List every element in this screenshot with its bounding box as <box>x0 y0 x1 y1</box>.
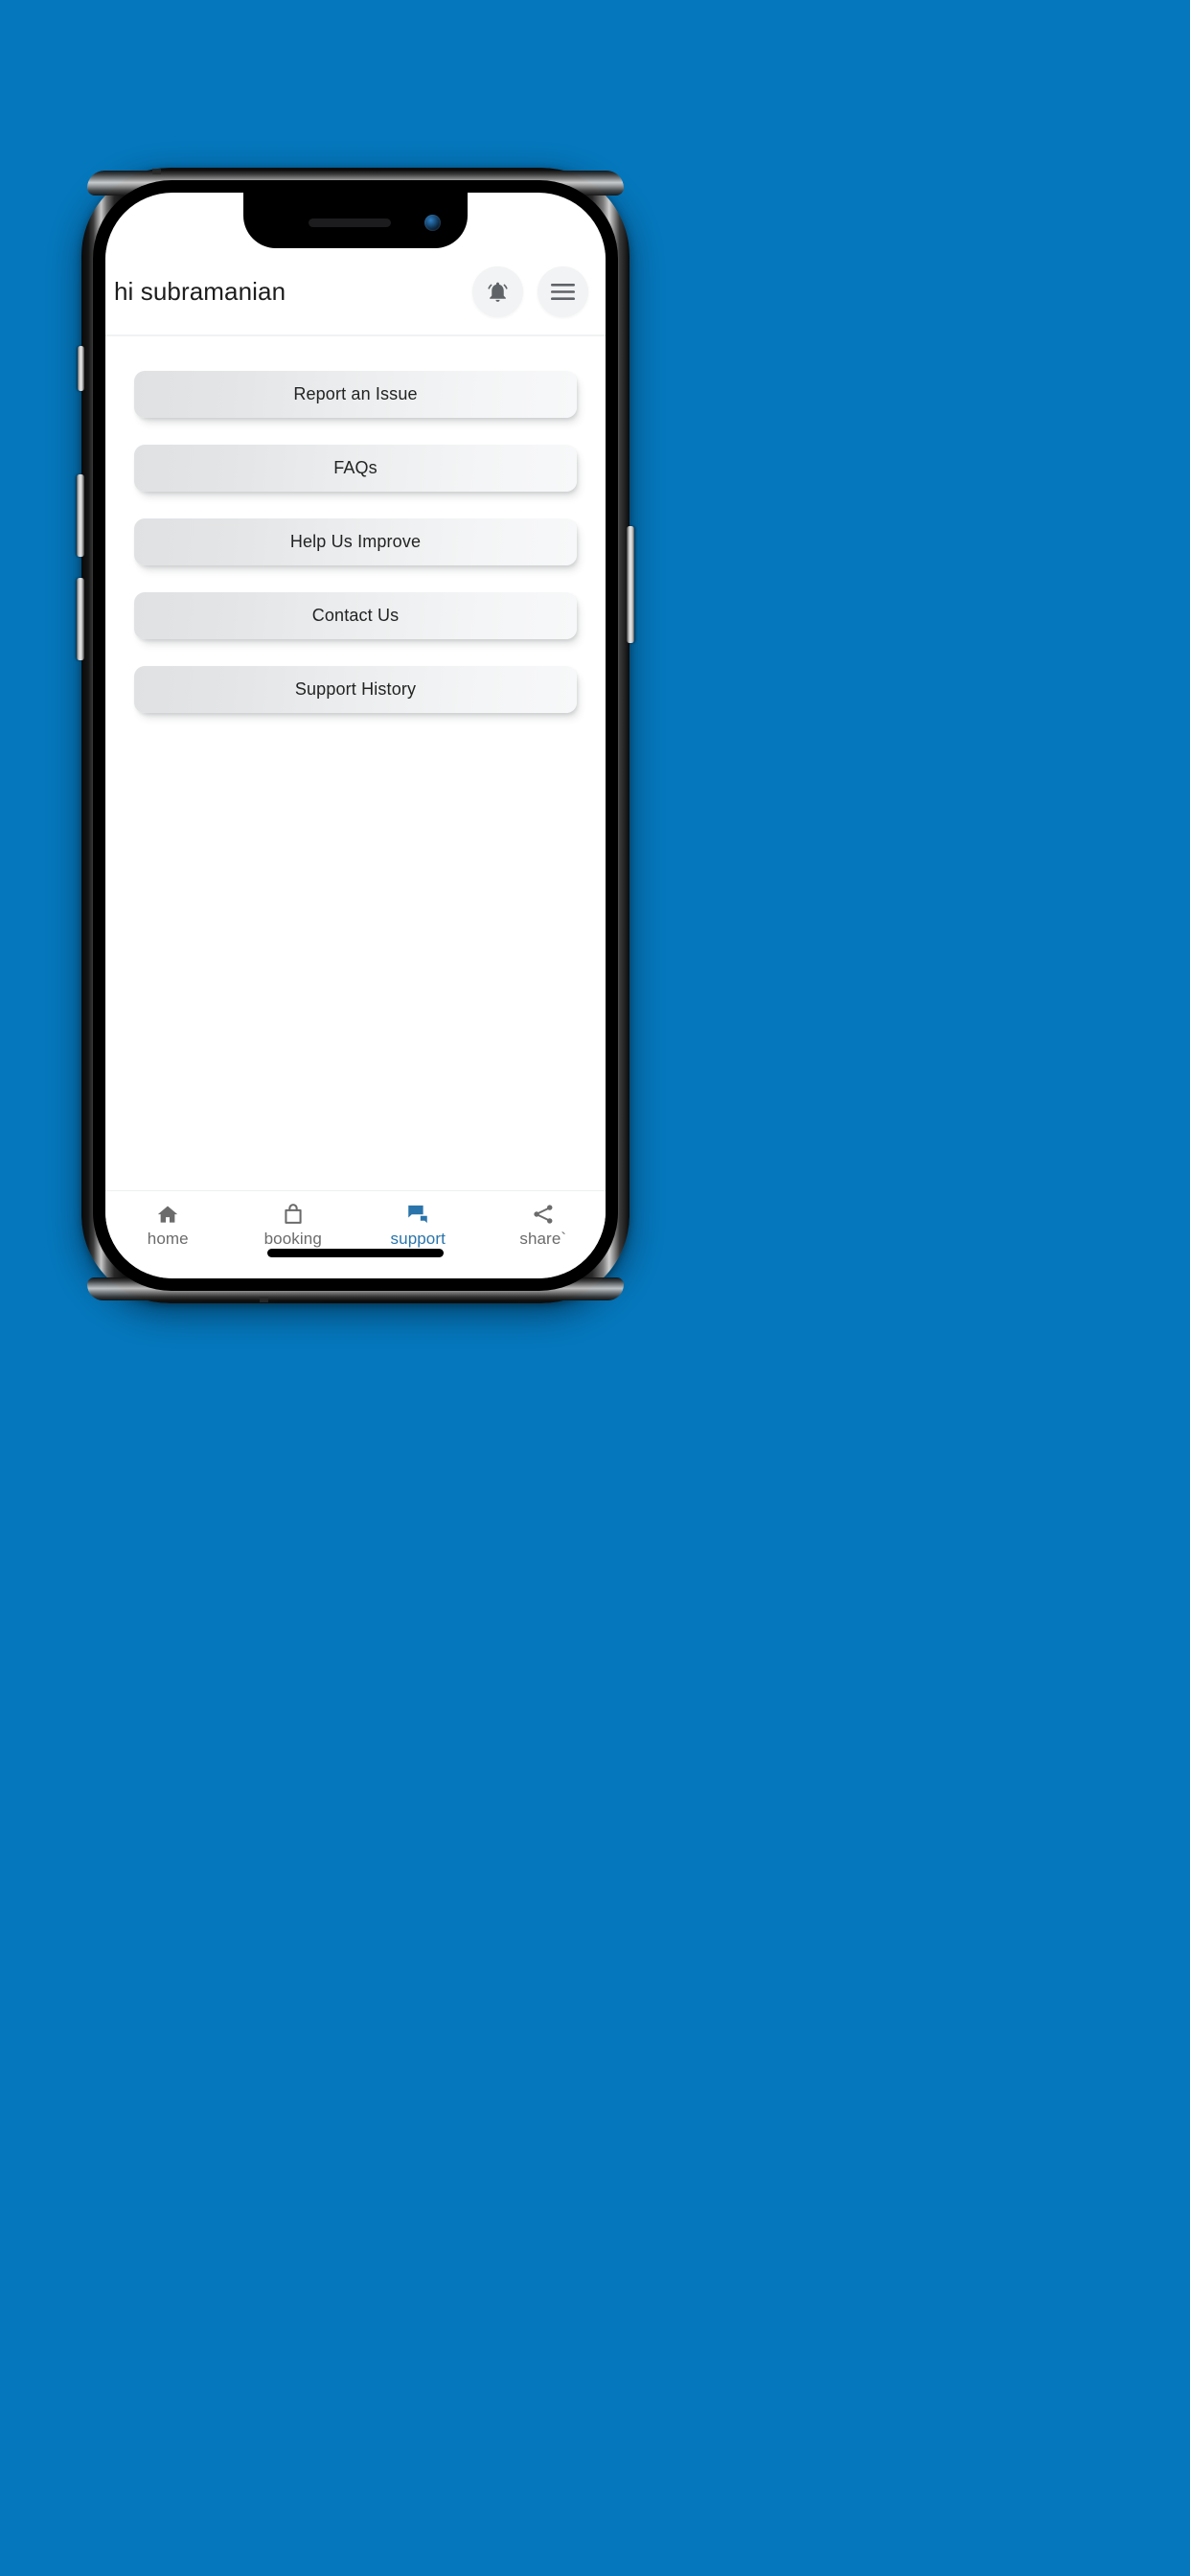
front-camera-icon <box>424 215 441 231</box>
phone-screen: hi subramanian Report an Issue FAQs Help… <box>105 193 606 1278</box>
header-actions <box>472 265 588 317</box>
shopping-bag-icon <box>281 1201 306 1228</box>
nav-label-booking: booking <box>263 1230 322 1248</box>
home-icon <box>155 1201 180 1228</box>
menu-item-support-history[interactable]: Support History <box>134 666 577 713</box>
nav-item-share[interactable]: share` <box>481 1191 606 1247</box>
hamburger-menu-icon <box>550 283 576 301</box>
nav-item-home[interactable]: home <box>105 1191 231 1247</box>
volume-down-button[interactable] <box>77 578 84 660</box>
home-indicator-bar[interactable] <box>267 1249 444 1257</box>
app-header: hi subramanian <box>105 248 606 334</box>
share-icon <box>531 1201 556 1228</box>
volume-up-button[interactable] <box>77 474 84 557</box>
header-divider <box>105 334 606 336</box>
notification-bell-icon <box>486 280 510 304</box>
phone-bezel: hi subramanian Report an Issue FAQs Help… <box>93 180 618 1291</box>
hamburger-menu-button[interactable] <box>538 265 588 317</box>
nav-label-share: share` <box>519 1230 567 1248</box>
chat-support-icon <box>405 1201 430 1228</box>
screenshot-canvas: hi subramanian Report an Issue FAQs Help… <box>0 0 1190 2576</box>
support-menu-list: Report an Issue FAQs Help Us Improve Con… <box>105 354 606 713</box>
bottom-navigation-bar: home booking support share` <box>105 1190 606 1278</box>
menu-item-faqs[interactable]: FAQs <box>134 445 577 492</box>
silent-switch[interactable] <box>78 346 84 391</box>
menu-item-help-us-improve[interactable]: Help Us Improve <box>134 518 577 565</box>
nav-label-home: home <box>147 1230 189 1248</box>
notification-button[interactable] <box>472 265 523 317</box>
nav-item-booking[interactable]: booking <box>231 1191 356 1247</box>
phone-mockup: hi subramanian Report an Issue FAQs Help… <box>77 168 634 1303</box>
power-button[interactable] <box>627 526 634 643</box>
greeting-text: hi subramanian <box>114 276 286 306</box>
nav-item-support[interactable]: support <box>355 1191 481 1247</box>
menu-item-report-an-issue[interactable]: Report an Issue <box>134 371 577 418</box>
device-notch <box>243 193 468 248</box>
menu-item-contact-us[interactable]: Contact Us <box>134 592 577 639</box>
antenna-line-top <box>152 169 161 174</box>
nav-label-support: support <box>390 1230 446 1248</box>
speaker-slot-icon <box>309 218 391 227</box>
antenna-line-bottom <box>260 1297 268 1302</box>
